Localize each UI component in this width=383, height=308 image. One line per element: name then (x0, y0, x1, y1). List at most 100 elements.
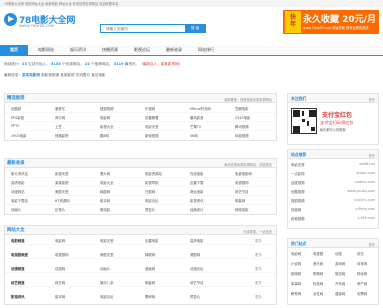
site-link[interactable]: 票房网 (145, 294, 155, 299)
site-link[interactable]: 购物网 (313, 271, 323, 276)
search-button[interactable]: 搜 索 (185, 25, 205, 32)
category-label[interactable]: 电视剧频道 (11, 252, 28, 257)
site-link[interactable]: 综艺网 (55, 280, 65, 285)
site-link[interactable]: PPS影音 (11, 115, 24, 120)
more-link[interactable]: 更多 (255, 238, 262, 243)
site-link[interactable]: 韩剧网 (145, 252, 155, 257)
site-link[interactable]: 动画片 (11, 207, 21, 212)
site-link[interactable]: 乐视网 (145, 106, 155, 111)
site-link[interactable]: 影视大全 (100, 124, 114, 129)
site-link[interactable]: 高清电影 (190, 238, 204, 243)
site-link[interactable]: 迅雷电影 (145, 238, 159, 243)
category-label[interactable]: 影视资讯 (11, 294, 25, 299)
site-link[interactable]: 动画片 (100, 266, 110, 271)
site-link[interactable]: 1905电影 (11, 133, 26, 138)
site-link[interactable]: 明星网 (145, 280, 155, 285)
sidebar-more-link[interactable]: 更多 (369, 97, 375, 102)
site-link[interactable]: 美剧天堂 (100, 252, 114, 257)
site-link[interactable]: 综艺 (357, 251, 364, 256)
site-link[interactable]: 韩剧网 (100, 189, 110, 194)
category-label[interactable]: 动漫频道 (11, 266, 25, 271)
site-link[interactable]: 电影网 (100, 115, 110, 120)
site-link[interactable]: 娱乐八卦 (100, 280, 114, 285)
site-link[interactable]: 小说网 (291, 261, 301, 266)
site-link[interactable]: 旅游网 (335, 271, 345, 276)
more-link[interactable]: 更多 (255, 252, 262, 257)
list-item[interactable]: 优酷视频 www.youku.com (291, 189, 375, 197)
site-link[interactable]: 微电影 (100, 207, 110, 212)
more-link[interactable]: 更多 (255, 280, 262, 285)
latest-link[interactable]: 某某影院 (59, 73, 74, 77)
sidebar-more-link[interactable]: 更多 (369, 153, 375, 158)
site-link[interactable]: 动漫 (335, 251, 342, 256)
site-link[interactable]: 芒果TV (190, 124, 201, 129)
nav-item-rank[interactable]: 网站排行 (192, 45, 220, 55)
list-item[interactable]: 百度视频 v.baidu.com (291, 180, 375, 188)
site-link[interactable]: 财经网 (357, 271, 367, 276)
site-link[interactable]: 在线电影 (190, 171, 204, 176)
site-link[interactable]: 漫画网 (145, 266, 155, 271)
site-logo[interactable]: 78电影大全网 WWW.78DY00.COM (4, 10, 75, 32)
site-link[interactable]: 综艺节目 (190, 280, 204, 285)
site-link[interactable]: 快播影院 (55, 133, 69, 138)
site-link[interactable]: 56网 (190, 133, 198, 138)
site-link[interactable]: 电影网 (291, 251, 301, 256)
list-item[interactable]: 一点影视 yidian.com (291, 171, 375, 179)
site-link[interactable]: 电影下载站 (11, 198, 28, 203)
nav-item-news[interactable]: 娱乐资讯 (64, 45, 92, 55)
site-link[interactable]: 影视资讯 (190, 198, 204, 203)
site-link[interactable]: 迅雷看看 (145, 115, 159, 120)
site-link[interactable]: 影评网 (100, 198, 110, 203)
more-link[interactable]: 更多 (255, 266, 262, 271)
nav-item-movies[interactable]: 电影网站 (32, 45, 60, 55)
site-link[interactable]: 某某影院 (55, 180, 69, 185)
site-link[interactable]: 动漫论坛 (190, 266, 204, 271)
category-label[interactable]: 电影频道 (11, 238, 25, 243)
latest-link[interactable]: 新影视频道 (40, 73, 59, 77)
site-link[interactable]: 经典老片 (190, 207, 204, 212)
site-link[interactable]: 暴风影音 (190, 115, 204, 120)
site-link[interactable]: 科技网 (313, 281, 323, 286)
site-link[interactable]: 豆瓣电影 (235, 106, 249, 111)
nav-item-latest[interactable]: 最新收录 (160, 45, 188, 55)
stat-latest-link[interactable]: 某某影视网 (161, 62, 179, 66)
site-link[interactable]: 电影大全 (100, 180, 114, 185)
nav-item-forum[interactable]: 影视论坛 (128, 45, 156, 55)
list-item[interactable]: 搜狐视频 tv.sohu.com (291, 198, 375, 206)
search-input[interactable] (101, 25, 185, 32)
site-link[interactable]: Mtime时光网 (190, 106, 211, 111)
site-link[interactable]: 网络电影 (235, 207, 249, 212)
site-link[interactable]: 凤凰视频 (235, 133, 249, 138)
site-link[interactable]: 日剧网 (145, 189, 155, 194)
site-link[interactable]: 电影天堂 (100, 238, 114, 243)
site-link[interactable]: 军事网 (291, 281, 301, 286)
more-link[interactable]: 更多 (255, 294, 262, 299)
list-item[interactable]: 网易视频 v.163.com (291, 216, 375, 224)
site-link[interactable]: 看片网 (100, 171, 110, 176)
site-link[interactable]: 电影天堂 (145, 124, 159, 129)
site-link[interactable]: 电影论坛 (145, 198, 159, 203)
site-link[interactable]: 电影论坛 (100, 294, 114, 299)
site-link[interactable]: 明星网 (235, 198, 245, 203)
sidebar-more-link[interactable]: 更多 (369, 242, 375, 247)
site-link[interactable]: 动漫网 (55, 266, 65, 271)
site-link[interactable]: 健康网 (335, 291, 345, 296)
site-link[interactable]: 房产网 (357, 281, 367, 286)
site-link[interactable]: 免费电影网 (235, 171, 252, 176)
site-link[interactable]: 影视导航 (145, 180, 159, 185)
site-link[interactable]: 迅雷下载 (190, 180, 204, 185)
site-link[interactable]: 新闻网 (291, 271, 301, 276)
site-link[interactable]: 教育网 (291, 291, 301, 296)
site-link[interactable]: 新片资讯站 (11, 171, 28, 176)
site-link[interactable]: 女性网 (313, 291, 323, 296)
site-link[interactable]: 音乐网 (313, 261, 323, 266)
site-link[interactable]: 影视天堂 (55, 171, 69, 176)
site-link[interactable]: 酷6网 (100, 133, 109, 138)
latest-link[interactable]: 某站电影 (90, 73, 105, 77)
site-link[interactable]: 体育网 (357, 261, 367, 266)
site-link[interactable]: 爱奇艺 (55, 106, 65, 111)
site-link[interactable]: 动漫网站 (11, 189, 25, 194)
site-link[interactable]: BT资源网 (55, 198, 70, 203)
nav-item-resources[interactable]: 快播资源 (96, 45, 124, 55)
site-link[interactable]: 电影网 (55, 238, 65, 243)
